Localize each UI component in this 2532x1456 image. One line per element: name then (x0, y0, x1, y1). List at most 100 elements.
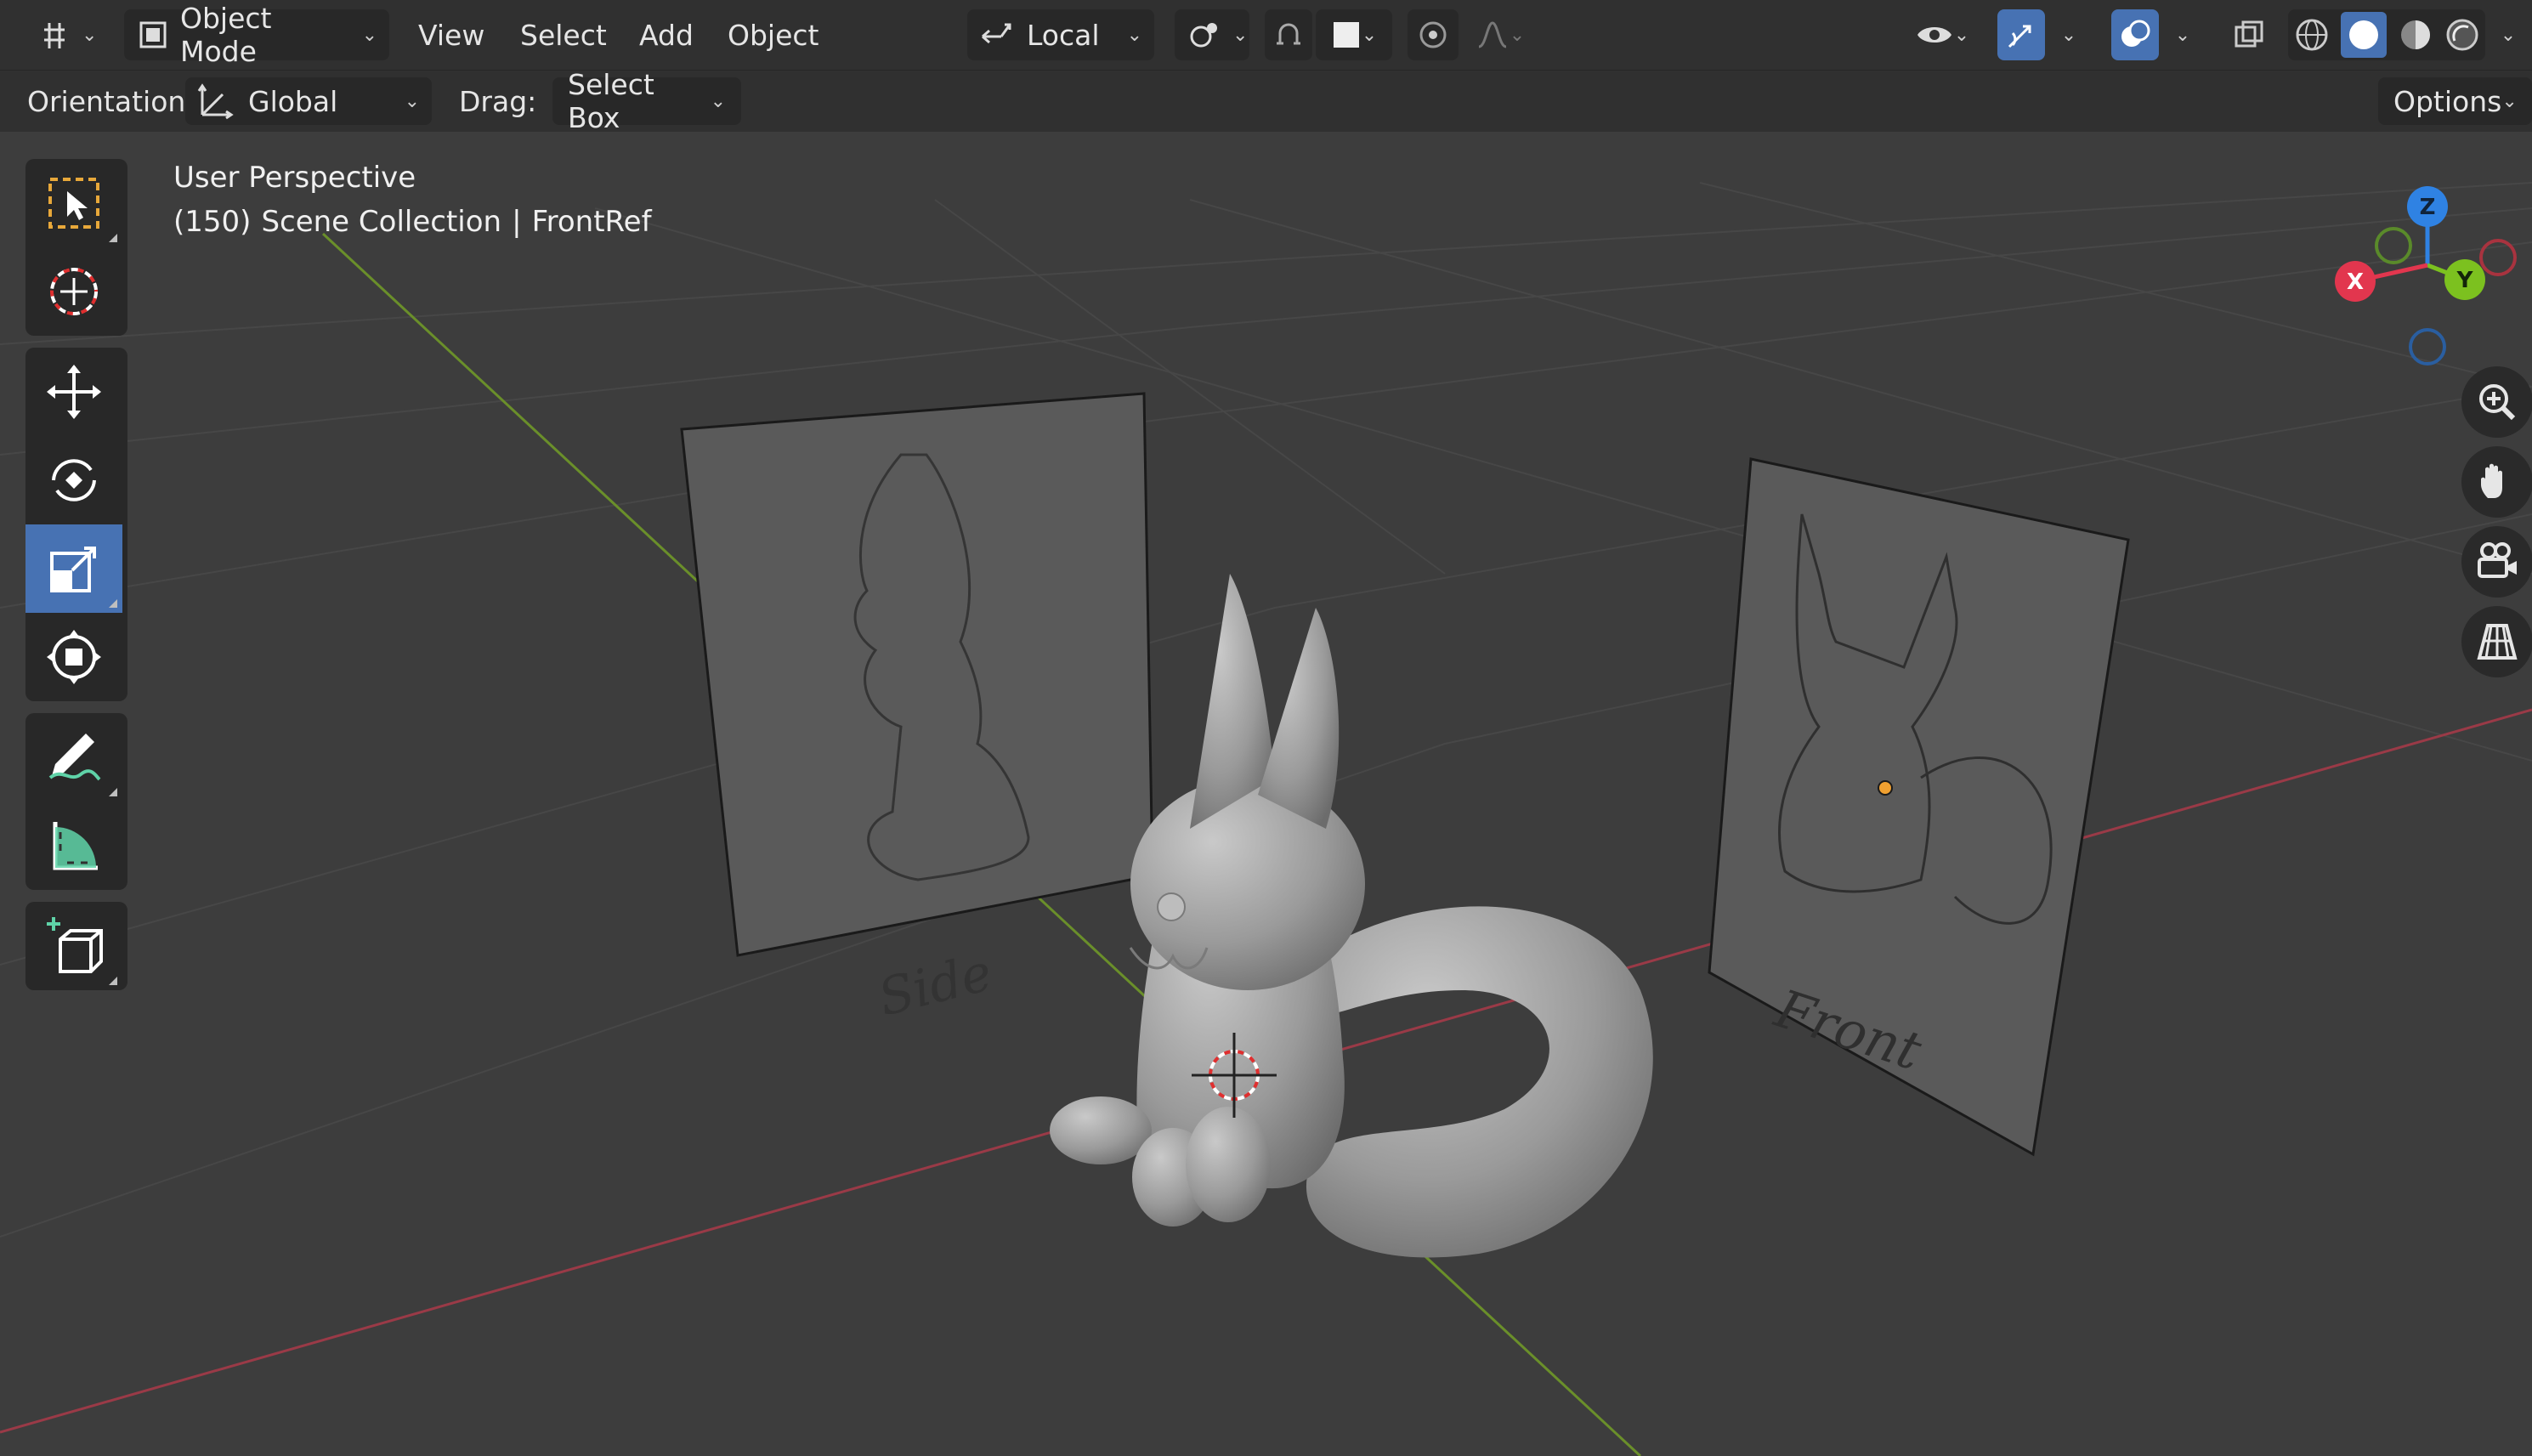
chevron-down-icon: ⌄ (1126, 24, 1142, 46)
perspective-toggle-button[interactable] (2461, 606, 2532, 677)
chevron-down-icon: ⌄ (404, 90, 420, 112)
snap-toggle[interactable] (1265, 9, 1312, 60)
y-axis-label: Y (2456, 268, 2474, 293)
snap-target-dropdown[interactable]: ⌄ (1316, 9, 1392, 60)
viewport-scene: Side Front (0, 182, 2532, 1456)
chevron-down-icon: ⌄ (1361, 24, 1378, 46)
editor-type-icon (37, 18, 71, 52)
wireframe-shading-icon[interactable] (2294, 17, 2330, 53)
tool-group-add (25, 902, 127, 990)
measure-icon (43, 815, 105, 876)
neg-x-axis-handle[interactable] (2479, 239, 2517, 276)
tool-group-select (25, 159, 127, 336)
cursor-icon (43, 261, 105, 322)
orientation-label: Orientation: (27, 84, 195, 118)
scale-icon (47, 541, 101, 596)
pivot-point-icon (1187, 18, 1222, 52)
transform-orientation-dropdown[interactable]: Local ⌄ (967, 9, 1154, 60)
tool-group-transform (25, 348, 127, 701)
gizmo-toggle[interactable] (1997, 9, 2045, 60)
side-reference-plane[interactable]: Side (680, 392, 1154, 1028)
navigation-gizmo[interactable]: Z X Y (2320, 156, 2532, 368)
camera-icon (2474, 541, 2520, 583)
tool-group-annotate (25, 713, 127, 890)
front-reference-plane[interactable]: Front (1708, 457, 2130, 1157)
pivot-point-dropdown[interactable]: ⌄ (1175, 9, 1249, 60)
3d-viewport[interactable]: Side Front User Perspective (150) Scene … (0, 132, 2532, 1456)
chevron-down-icon: ⌄ (2060, 24, 2077, 46)
chevron-down-icon: ⌄ (2501, 90, 2518, 112)
snap-target-icon (1331, 20, 1362, 50)
side-sketch-text: Side (873, 943, 998, 1028)
chevron-down-icon: ⌄ (1953, 24, 1970, 46)
solid-shading-icon[interactable] (2340, 12, 2387, 58)
gizmo-icon (2004, 18, 2038, 52)
chevron-down-icon: ⌄ (1509, 24, 1526, 46)
chevron-down-icon: ⌄ (361, 24, 377, 46)
rendered-shading-icon[interactable] (2444, 17, 2480, 53)
material-preview-icon[interactable] (2398, 17, 2433, 53)
orientation-dropdown[interactable]: Global ⌄ (185, 77, 432, 125)
menu-select[interactable]: Select (512, 9, 615, 60)
x-axis-handle[interactable]: X (2335, 261, 2376, 302)
overlays-toggle[interactable] (2111, 9, 2159, 60)
shading-options-dropdown[interactable]: ⌄ (2489, 9, 2528, 60)
mode-label: Object Mode (180, 2, 272, 68)
transform-icon (43, 626, 105, 688)
menu-add[interactable]: Add (631, 9, 702, 60)
proportional-edit-icon (1416, 18, 1450, 52)
gizmo-dropdown[interactable]: ⌄ (2048, 9, 2089, 60)
drag-value: Select Box (568, 68, 654, 134)
shading-mode-group (2288, 9, 2485, 60)
tool-settings-bar: Orientation: Global ⌄ Drag: Select Box ⌄… (0, 68, 2532, 134)
tool-scale[interactable] (25, 524, 122, 613)
blender-window: ⌄ Object Mode ⌄ View Select Add Object L… (0, 0, 2532, 1456)
overlays-dropdown[interactable]: ⌄ (2162, 9, 2203, 60)
menu-object[interactable]: Object (719, 9, 827, 60)
z-axis-handle[interactable]: Z (2407, 186, 2448, 227)
pan-button[interactable] (2461, 446, 2532, 518)
xray-toggle[interactable] (2225, 9, 2273, 60)
tool-cursor[interactable] (25, 247, 122, 336)
tool-select-box[interactable] (25, 159, 122, 247)
camera-view-button[interactable] (2461, 526, 2532, 598)
tool-shelf (25, 159, 127, 1002)
tool-transform[interactable] (25, 613, 122, 701)
scene-info: (150) Scene Collection | FrontRef (173, 205, 652, 239)
falloff-dropdown[interactable]: ⌄ (1462, 9, 1538, 60)
perspective-grid-icon (2476, 620, 2518, 663)
snap-icon (1272, 18, 1306, 52)
falloff-curve-icon (1476, 18, 1510, 52)
separator: | (512, 205, 522, 239)
proportional-edit-toggle[interactable] (1408, 9, 1459, 60)
drag-dropdown[interactable]: Select Box ⌄ (552, 68, 741, 134)
y-axis-handle[interactable]: Y (2444, 259, 2485, 300)
transform-orientation-icon (979, 18, 1017, 52)
x-axis-label: X (2347, 269, 2364, 295)
eye-icon (1915, 18, 1954, 52)
orientation-value: Global (248, 84, 338, 118)
object-origin-dot[interactable] (1878, 780, 1893, 796)
editor-type-button[interactable]: ⌄ (25, 9, 104, 60)
menu-view[interactable]: View (410, 9, 493, 60)
tool-move[interactable] (25, 348, 122, 436)
neg-z-axis-handle[interactable] (2409, 328, 2446, 365)
z-axis-label: Z (2420, 195, 2436, 220)
mode-dropdown[interactable]: Object Mode ⌄ (124, 2, 389, 68)
tool-rotate[interactable] (25, 436, 122, 524)
visibility-dropdown[interactable]: ⌄ (1902, 9, 1982, 60)
chevron-down-icon: ⌄ (710, 90, 726, 112)
neg-y-axis-handle[interactable] (2375, 227, 2412, 264)
move-icon (43, 361, 105, 422)
tool-measure[interactable] (25, 802, 122, 890)
global-orientation-icon (197, 82, 235, 120)
collection-name: Scene Collection (261, 205, 502, 239)
zoom-button[interactable] (2461, 366, 2532, 438)
options-dropdown[interactable]: Options ⌄ (2378, 77, 2532, 125)
rotate-icon (43, 450, 105, 511)
tool-add-cube[interactable] (25, 902, 122, 990)
pivot-label: Local (1027, 18, 1100, 52)
view-name: User Perspective (173, 161, 416, 195)
tool-annotate[interactable] (25, 713, 122, 802)
drag-label: Drag: (459, 84, 537, 118)
